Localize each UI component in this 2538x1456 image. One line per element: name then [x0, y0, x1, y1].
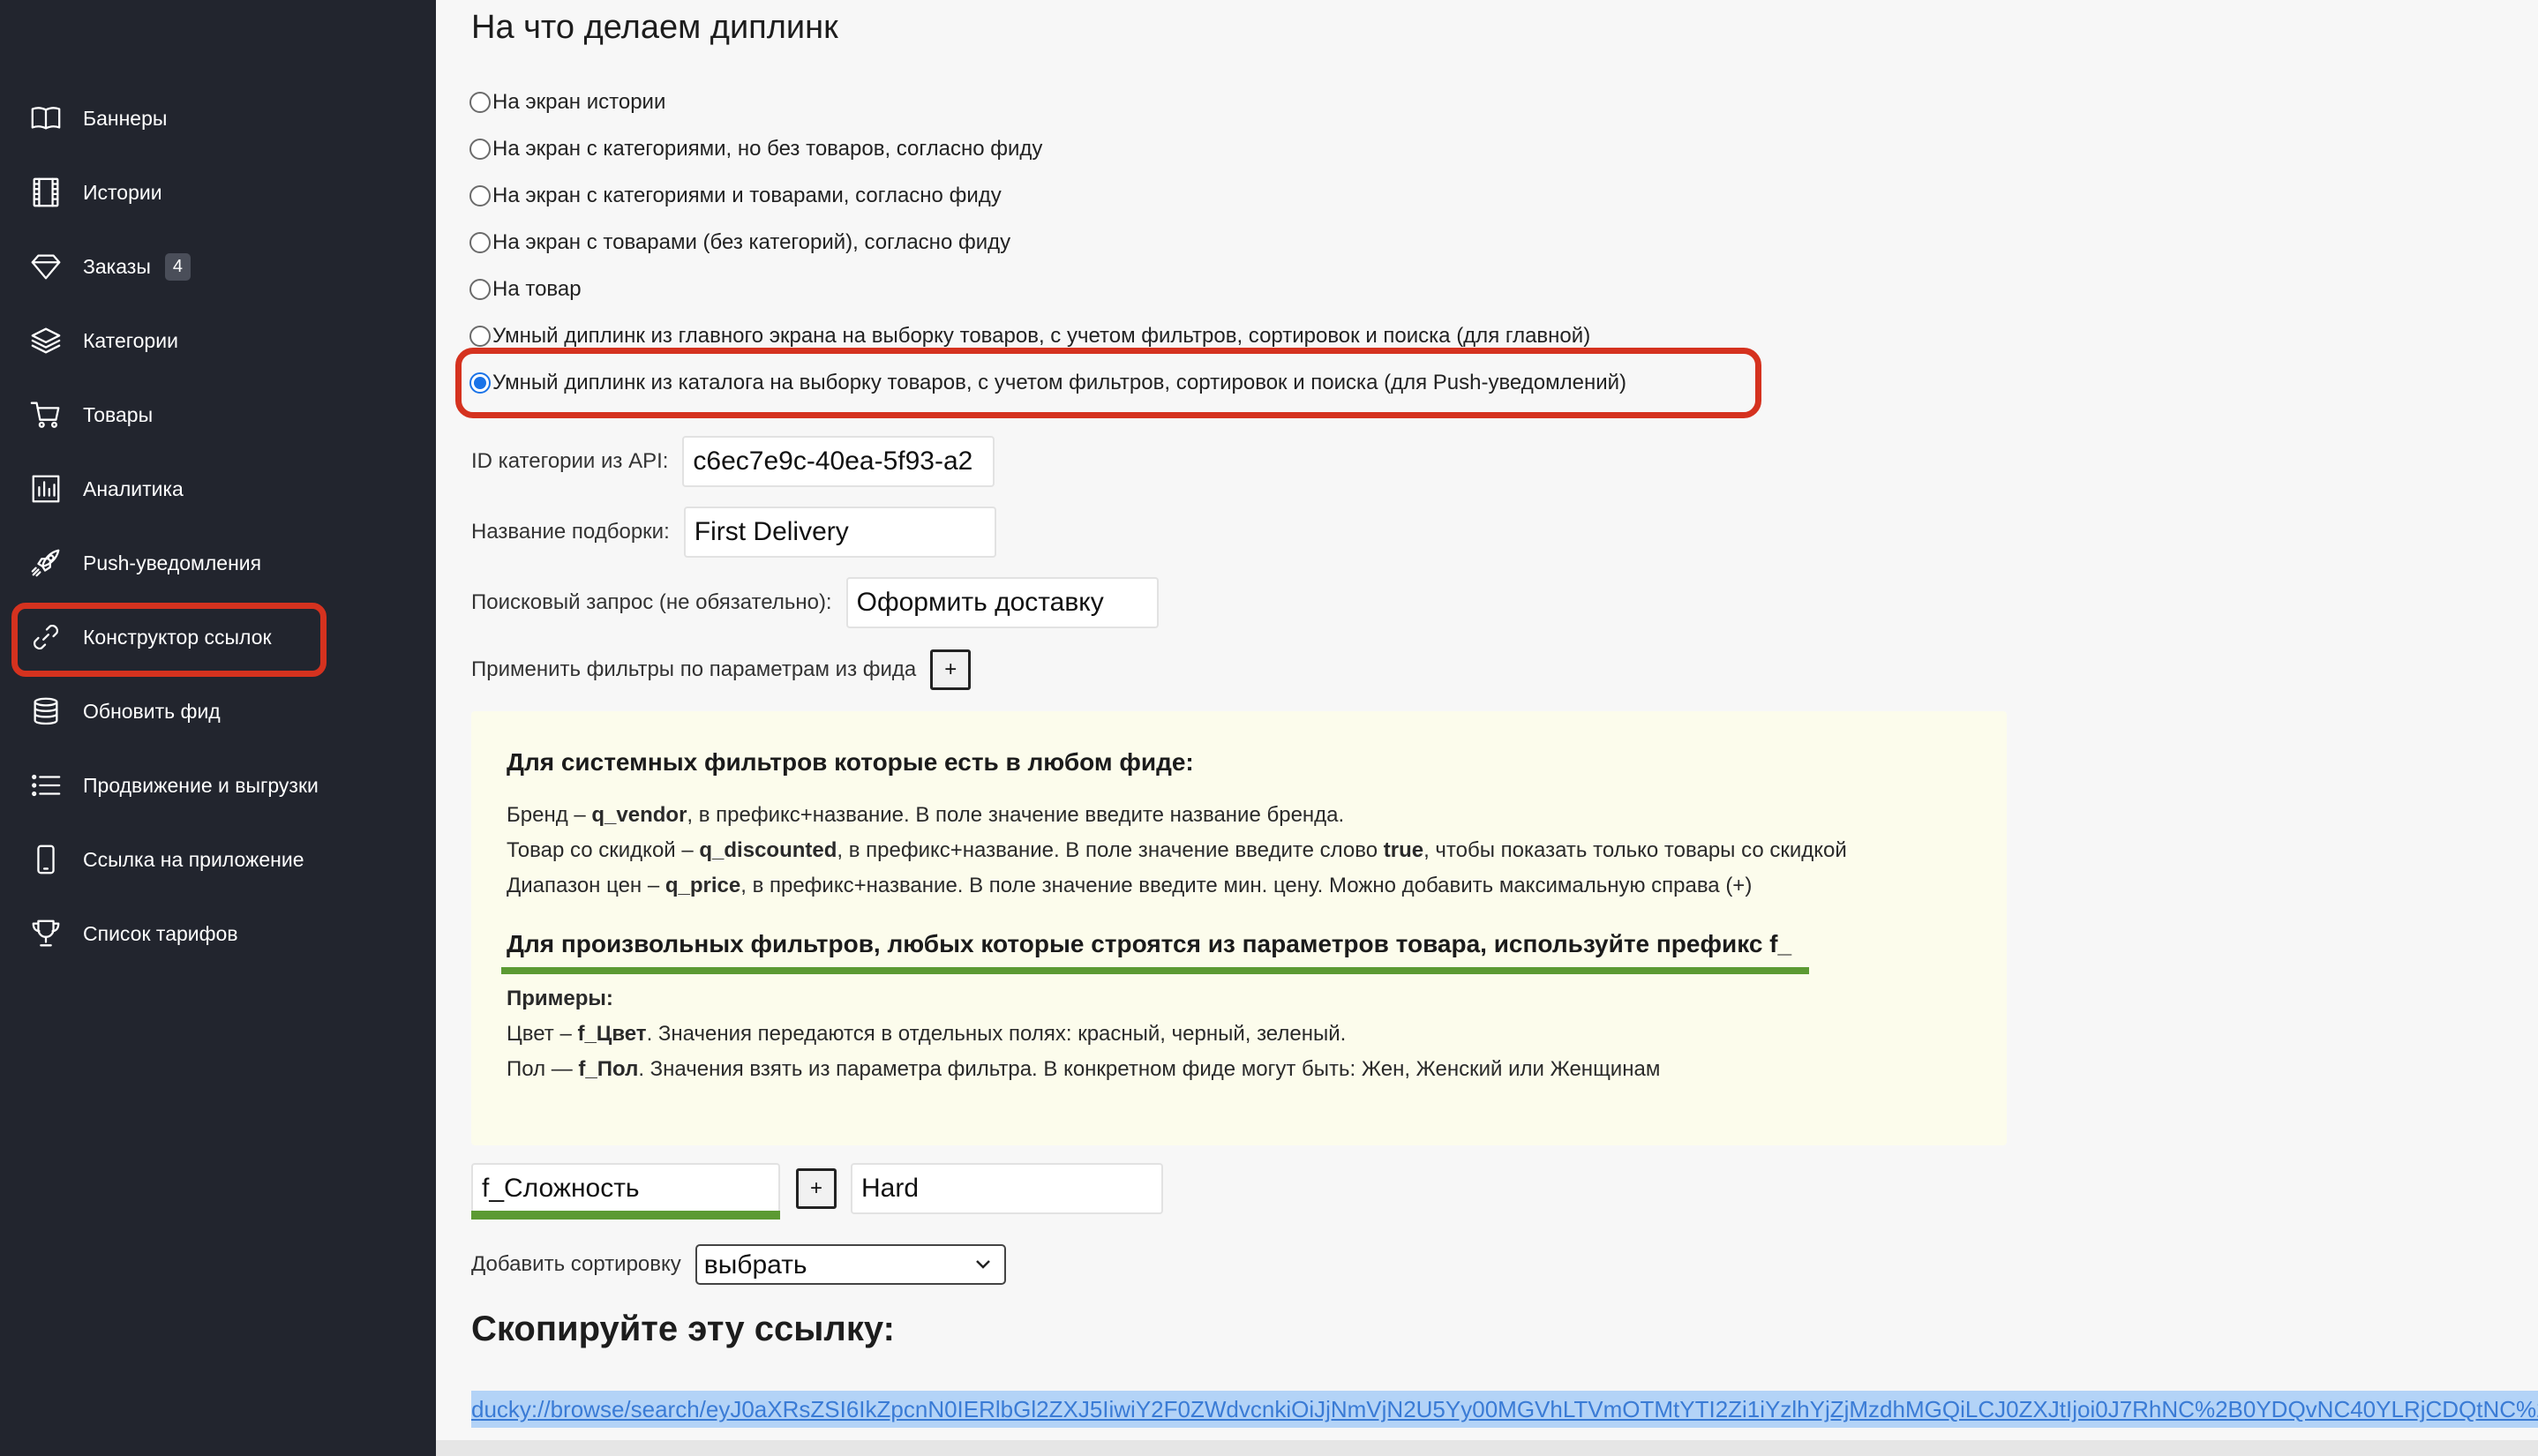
radio-button[interactable] [469, 139, 491, 160]
apply-filters-row: Применить фильтры по параметрам из фида … [471, 649, 972, 690]
collection-name-row: Название подборки: First Delivery [471, 507, 996, 558]
sidebar-item-banners[interactable]: Баннеры [28, 95, 167, 141]
sidebar-item-orders[interactable]: Заказы 4 [28, 244, 191, 289]
option-label: На товар [492, 277, 582, 301]
option-products-screen[interactable]: На экран с товарами (без категорий), сог… [469, 225, 1010, 260]
layers-icon [28, 323, 64, 358]
sidebar-item-label: Продвижение и выгрузки [83, 773, 319, 797]
filters-help-panel: Для системных фильтров которые есть в лю… [471, 711, 2007, 1145]
sidebar-item-label: Аналитика [83, 477, 184, 500]
sidebar-item-label: Обновить фид [83, 699, 221, 723]
phone-icon [28, 842, 64, 877]
option-label: На экран истории [492, 90, 666, 114]
sort-row: Добавить сортировку выбрать [471, 1244, 1006, 1285]
selected-option-highlight [455, 348, 1761, 418]
orders-count-badge: 4 [164, 252, 191, 281]
option-label: На экран с категориями, но без товаров, … [492, 137, 1043, 161]
price-hint: Диапазон цен – q_price, в префикс+назван… [507, 874, 1753, 897]
gender-example: Пол — f_Пол. Значения взять из параметра… [507, 1057, 1661, 1081]
sidebar-item-label: Товары [83, 402, 154, 426]
sidebar-item-label: Истории [83, 180, 162, 204]
sidebar-item-label: Категории [83, 328, 178, 352]
sort-select[interactable]: выбрать [695, 1244, 1006, 1285]
category-id-label: ID категории из API: [471, 449, 669, 473]
sidebar-item-label: Список тарифов [83, 921, 238, 945]
search-query-label: Поисковый запрос (не обязательно): [471, 590, 832, 614]
sort-label: Добавить сортировку [471, 1252, 681, 1276]
add-filter-value-button[interactable]: + [796, 1168, 837, 1209]
system-filters-heading: Для системных фильтров которые есть в лю… [507, 748, 1194, 776]
sidebar-item-stories[interactable]: Истории [28, 169, 162, 215]
list-icon [28, 768, 64, 803]
option-label: На экран с категориями и товарами, согла… [492, 184, 1002, 207]
sidebar-item-promotion[interactable]: Продвижение и выгрузки [28, 762, 319, 808]
category-id-row: ID категории из API: c6ec7e9c-40ea-5f93-… [471, 436, 995, 487]
link-builder-panel: На что делаем диплинк На экран истории Н… [436, 0, 2538, 1456]
option-product[interactable]: На товар [469, 272, 582, 307]
copy-link-title: Скопируйте эту ссылку: [471, 1310, 895, 1348]
brand-hint: Бренд – q_vendor, в префикс+название. В … [507, 803, 1345, 827]
sidebar-item-label: Баннеры [83, 106, 168, 130]
generated-deeplink[interactable]: ducky://browse/search/eyJ0aXRsZSI6IkZpcn… [471, 1391, 2538, 1428]
collection-name-input[interactable]: First Delivery [683, 507, 996, 558]
custom-filters-heading: Для произвольных фильтров, любых которые… [507, 930, 1792, 957]
collection-name-label: Название подборки: [471, 520, 670, 544]
sidebar-item-label: Заказы [83, 254, 151, 278]
radio-button[interactable] [469, 92, 491, 113]
sidebar-item-update-feed[interactable]: Обновить фид [28, 688, 221, 734]
filter-param-row: f_Сложность + Hard [471, 1163, 1163, 1214]
sort-select-wrapper: выбрать [695, 1244, 1006, 1285]
radio-button[interactable] [469, 326, 491, 347]
search-query-input[interactable]: Оформить доставку [845, 577, 1159, 628]
radio-button[interactable] [469, 185, 491, 206]
radio-button[interactable] [469, 232, 491, 253]
active-item-highlight [11, 603, 327, 677]
option-categories-no-products[interactable]: На экран с категориями, но без товаров, … [469, 131, 1042, 167]
sidebar-item-categories[interactable]: Категории [28, 318, 178, 364]
filter-name-underline [471, 1211, 780, 1220]
sidebar: Баннеры Истории Заказы 4 Категории Товар… [0, 0, 436, 1456]
horizontal-scrollbar[interactable] [436, 1440, 2538, 1456]
color-example: Цвет – f_Цвет. Значения передаются в отд… [507, 1022, 1347, 1046]
diamond-icon [28, 249, 64, 284]
add-filter-button[interactable]: + [930, 649, 972, 690]
film-icon [28, 175, 64, 210]
examples-heading: Примеры: [507, 987, 613, 1010]
option-label: Умный диплинк из главного экрана на выбо… [492, 324, 1591, 348]
radio-button[interactable] [469, 279, 491, 300]
trophy-icon [28, 916, 64, 951]
option-label: На экран с товарами (без категорий), сог… [492, 230, 1011, 254]
category-id-input[interactable]: c6ec7e9c-40ea-5f93-a2 [682, 436, 995, 487]
filter-value-input[interactable]: Hard [851, 1163, 1163, 1214]
sidebar-item-push[interactable]: Push-уведомления [28, 540, 261, 586]
book-icon [28, 101, 64, 136]
sidebar-item-analytics[interactable]: Аналитика [28, 466, 184, 512]
sidebar-item-tariffs[interactable]: Список тарифов [28, 911, 238, 957]
sidebar-item-label: Push-уведомления [83, 551, 262, 574]
cart-icon [28, 397, 64, 432]
database-icon [28, 694, 64, 729]
sidebar-item-app-link[interactable]: Ссылка на приложение [28, 837, 304, 882]
bar-chart-icon [28, 471, 64, 507]
apply-filters-label: Применить фильтры по параметрам из фида [471, 657, 917, 681]
discount-hint: Товар со скидкой – q_discounted, в префи… [507, 838, 1847, 862]
custom-heading-underline [501, 967, 1809, 974]
search-query-row: Поисковый запрос (не обязательно): Оформ… [471, 577, 1159, 628]
sidebar-item-label: Ссылка на приложение [83, 847, 304, 871]
rocket-icon [28, 545, 64, 581]
filter-name-input[interactable]: f_Сложность [471, 1163, 780, 1214]
option-categories-with-products[interactable]: На экран с категориями и товарами, согла… [469, 178, 1002, 214]
option-story-screen[interactable]: На экран истории [469, 85, 665, 120]
sidebar-item-products[interactable]: Товары [28, 392, 153, 438]
page-title: На что делаем диплинк [471, 9, 838, 46]
